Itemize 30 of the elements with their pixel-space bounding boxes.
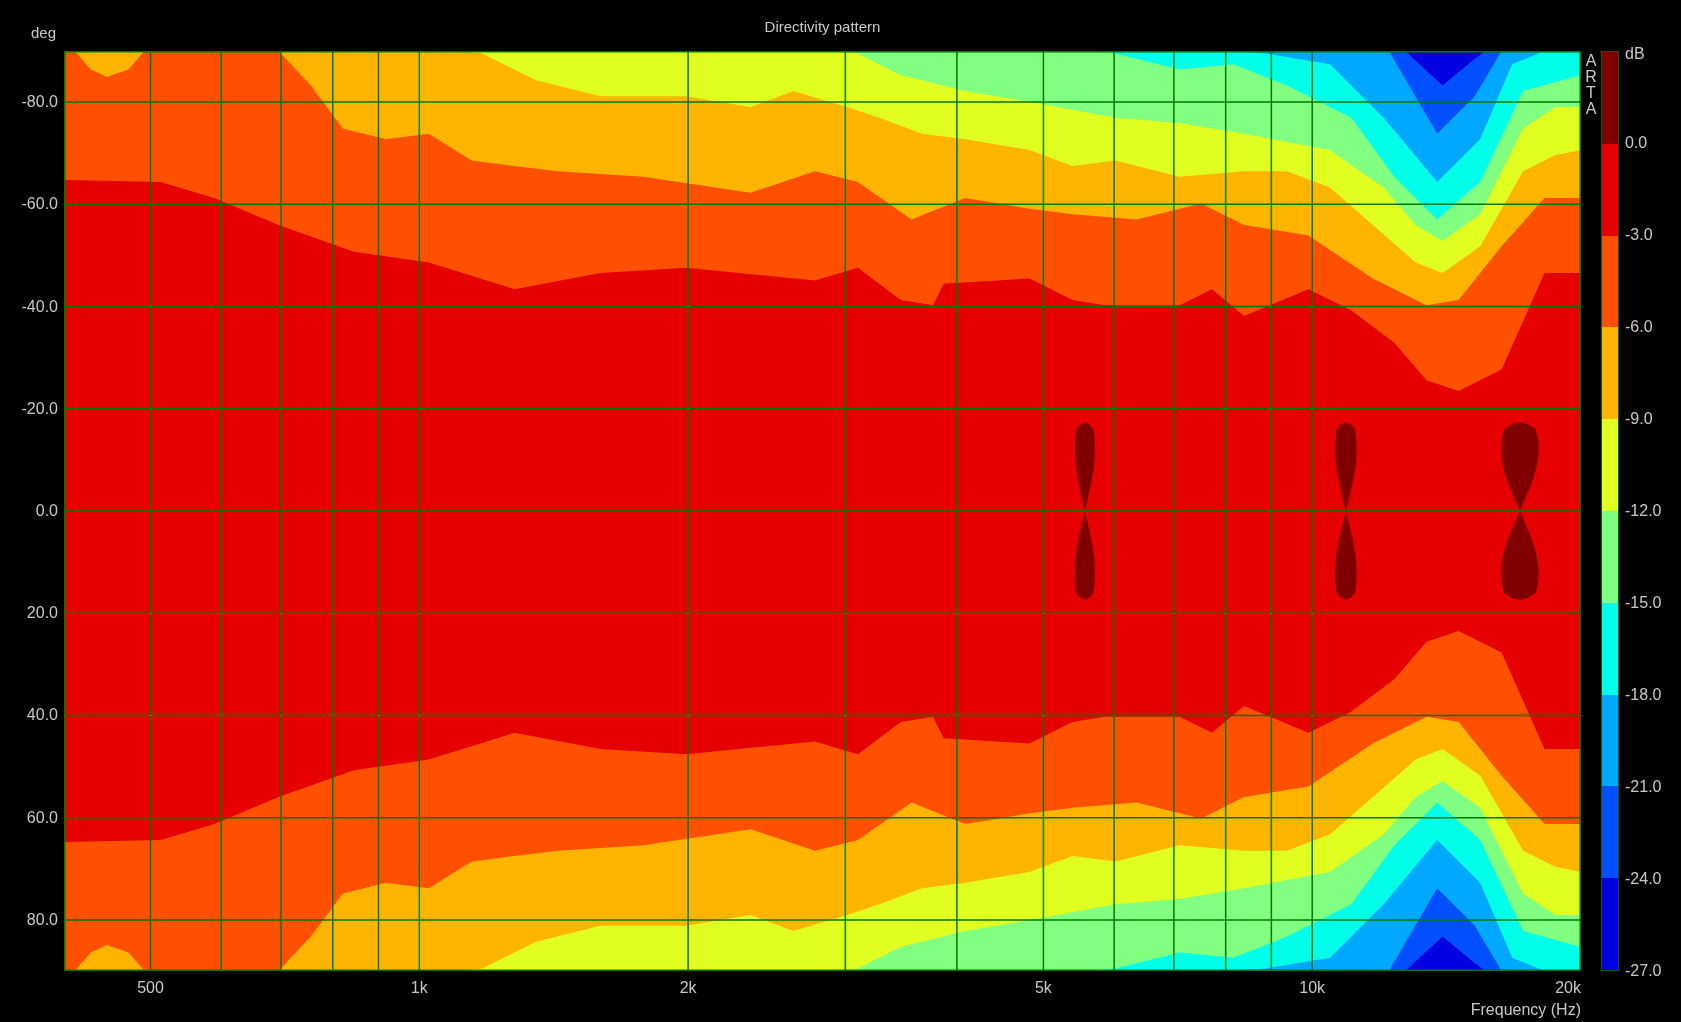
colorbar-tick-label: -6.0 — [1625, 318, 1653, 336]
axis-label: deg — [30, 24, 56, 41]
colorbar-tick-label: -9.0 — [1625, 410, 1653, 428]
axis-tick-label: -20.0 — [21, 399, 58, 418]
axis-tick-label: 2k — [679, 979, 697, 997]
axis-tick-label: 80.0 — [26, 910, 58, 929]
axis-tick-label: 1k — [410, 979, 428, 997]
colorbar-tick-label: -12.0 — [1625, 502, 1662, 520]
axis-tick-label: 40.0 — [26, 706, 58, 725]
colorbar-tick-label: -15.0 — [1625, 594, 1662, 612]
axis-tick-label: 20k — [1555, 979, 1581, 997]
axis-tick-label: 0.0 — [35, 502, 58, 520]
axis-tick-label: -80.0 — [21, 93, 58, 112]
colorbar-tick-label: -24.0 — [1625, 870, 1662, 888]
chart-title: Directivity pattern — [764, 18, 881, 35]
axis-tick-label: 5k — [1034, 979, 1052, 997]
colorbar-tick-label: -3.0 — [1625, 226, 1653, 244]
brand-label: ARTA — [1584, 51, 1598, 117]
axis-tick-label: 10k — [1299, 979, 1326, 997]
colorbar-tick-label: 0.0 — [1625, 134, 1648, 152]
colorbar-tick-label: -18.0 — [1625, 686, 1662, 704]
axis-label: dB — [1625, 45, 1645, 63]
colorbar-tick-label: -27.0 — [1625, 962, 1662, 980]
axis-tick-label: 60.0 — [26, 808, 58, 827]
axis-tick-label: 20.0 — [26, 604, 58, 623]
axis-tick-label: 500 — [137, 979, 164, 997]
colorbar-tick-label: -21.0 — [1625, 778, 1662, 796]
axis-label: Frequency (Hz) — [1470, 1001, 1581, 1019]
axis-tick-label: -60.0 — [21, 195, 58, 214]
axis-tick-label: -40.0 — [21, 297, 58, 316]
